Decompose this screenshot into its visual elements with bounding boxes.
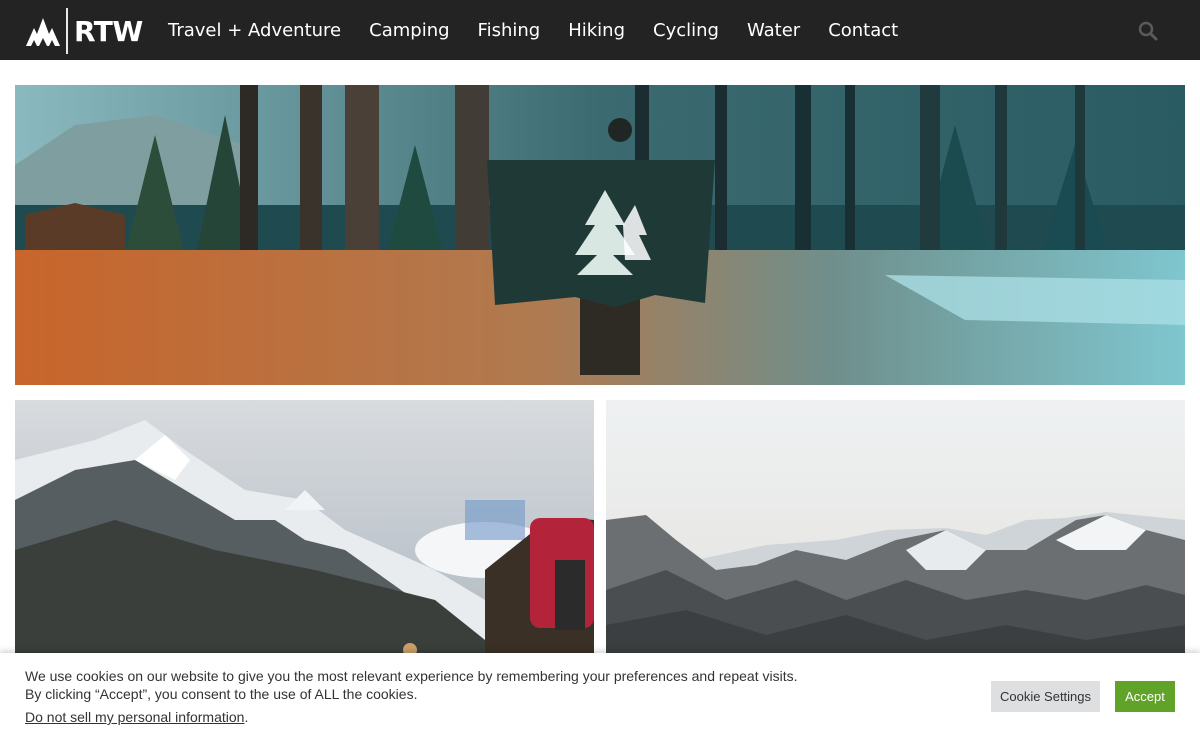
nav-cycling[interactable]: Cycling [653, 20, 719, 41]
mountain-range-image[interactable] [606, 400, 1185, 660]
search-button[interactable] [1137, 20, 1159, 42]
search-icon [1138, 21, 1158, 41]
nav-water[interactable]: Water [747, 20, 800, 41]
logo-text: RTW [74, 14, 143, 48]
nav-hiking[interactable]: Hiking [568, 20, 625, 41]
main-nav: Travel + Adventure Camping Fishing Hikin… [168, 0, 926, 60]
nav-travel-adventure[interactable]: Travel + Adventure [168, 20, 341, 41]
mountain-logo-icon [26, 18, 60, 46]
nav-fishing[interactable]: Fishing [478, 20, 541, 41]
do-not-sell-line: Do not sell my personal information. [25, 709, 248, 725]
accept-cookies-button[interactable]: Accept [1115, 681, 1175, 712]
cookie-message: We use cookies on our website to give yo… [25, 668, 798, 702]
do-not-sell-suffix: . [244, 709, 249, 725]
cookie-banner: We use cookies on our website to give yo… [0, 653, 1200, 740]
nav-contact[interactable]: Contact [828, 20, 898, 41]
do-not-sell-link[interactable]: Do not sell my personal information [25, 709, 244, 725]
site-logo[interactable]: RTW [26, 8, 143, 54]
logo-divider [66, 8, 68, 54]
mountain-hiker-image[interactable] [15, 400, 594, 660]
hero-forest-image[interactable] [15, 85, 1185, 385]
cookie-settings-button[interactable]: Cookie Settings [991, 681, 1100, 712]
nav-camping[interactable]: Camping [369, 20, 449, 41]
site-header: RTW Travel + Adventure Camping Fishing H… [0, 0, 1200, 60]
